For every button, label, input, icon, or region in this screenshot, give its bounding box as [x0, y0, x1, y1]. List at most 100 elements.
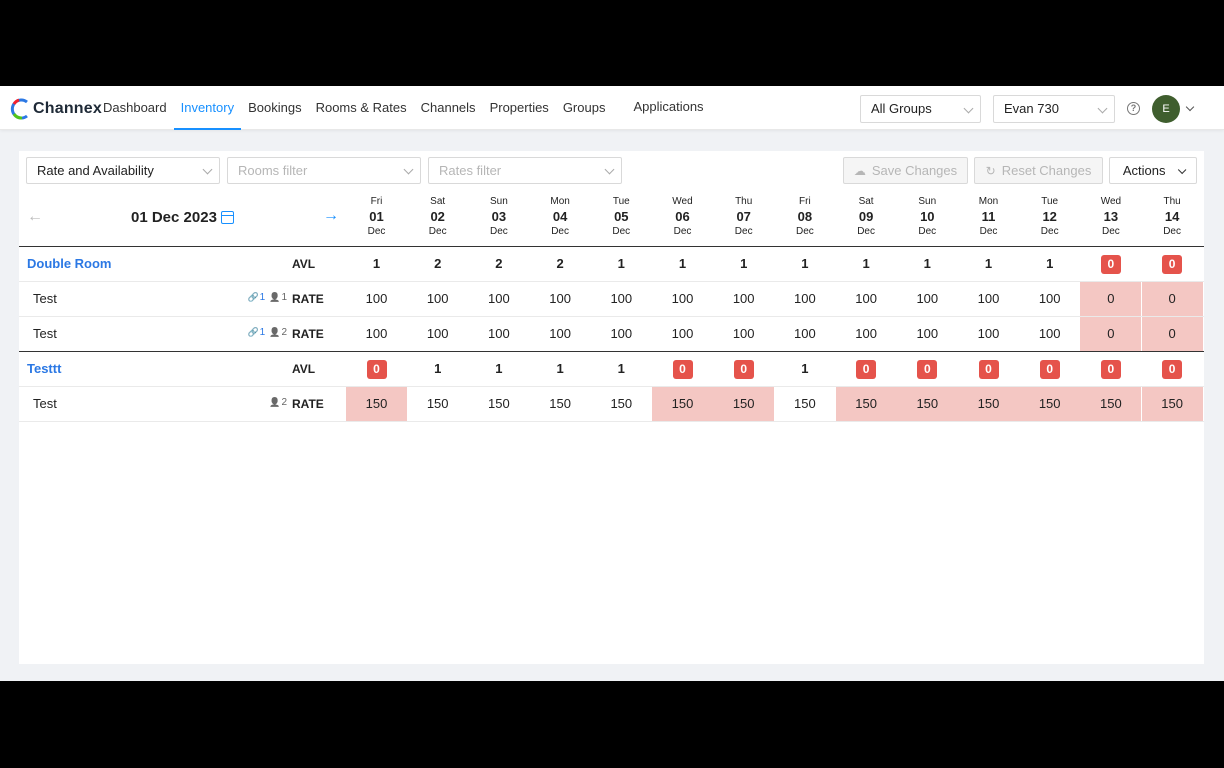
- rate-cell[interactable]: 100: [774, 282, 835, 316]
- rate-cell[interactable]: 100: [774, 317, 835, 351]
- zero-availability-badge: 0: [366, 360, 387, 380]
- availability-cell[interactable]: 1: [468, 352, 529, 386]
- availability-cell[interactable]: 0: [1142, 247, 1203, 281]
- availability-cell[interactable]: 0: [836, 352, 897, 386]
- rate-cell[interactable]: 0: [1141, 317, 1203, 351]
- availability-cell[interactable]: 1: [530, 352, 591, 386]
- rate-cell[interactable]: 100: [897, 317, 958, 351]
- nav-item-dashboard[interactable]: Dashboard: [96, 86, 174, 130]
- save-changes-button[interactable]: ☁ Save Changes: [843, 157, 968, 184]
- availability-cell[interactable]: 0: [346, 352, 407, 386]
- day-number: 08: [797, 209, 813, 224]
- rate-cell[interactable]: 100: [530, 282, 591, 316]
- rooms-filter[interactable]: Rooms filter: [227, 157, 421, 184]
- nav-item-inventory[interactable]: Inventory: [173, 86, 242, 130]
- rate-cell[interactable]: 100: [346, 317, 407, 351]
- nav-item-rooms-rates[interactable]: Rooms & Rates: [309, 86, 414, 130]
- rate-cell[interactable]: 100: [958, 282, 1019, 316]
- rate-cell[interactable]: 100: [836, 317, 897, 351]
- availability-cell[interactable]: 1: [713, 247, 774, 281]
- availability-cell[interactable]: 1: [346, 247, 407, 281]
- rate-cell[interactable]: 100: [652, 282, 713, 316]
- rate-cell[interactable]: 150: [346, 387, 407, 421]
- rate-cell[interactable]: 0: [1080, 317, 1142, 351]
- rate-cell[interactable]: 100: [897, 282, 958, 316]
- user-menu-chevron-icon[interactable]: [1185, 102, 1195, 112]
- rate-cell[interactable]: 100: [346, 282, 407, 316]
- rate-cell[interactable]: 100: [652, 317, 713, 351]
- nav-item-properties[interactable]: Properties: [483, 86, 556, 130]
- availability-cell[interactable]: 0: [1080, 247, 1141, 281]
- group-select[interactable]: All Groups: [860, 95, 981, 123]
- nav-item-channels[interactable]: Channels: [414, 86, 483, 130]
- rate-cell[interactable]: 150: [835, 387, 897, 421]
- availability-cell[interactable]: 0: [958, 352, 1019, 386]
- availability-cell[interactable]: 2: [407, 247, 468, 281]
- rate-cell[interactable]: 100: [713, 282, 774, 316]
- availability-cell[interactable]: 1: [836, 247, 897, 281]
- reset-changes-button[interactable]: ↻ Reset Changes: [974, 157, 1103, 184]
- rate-cell[interactable]: 100: [407, 317, 468, 351]
- availability-cell[interactable]: 0: [897, 352, 958, 386]
- rate-cell[interactable]: 150: [1080, 387, 1142, 421]
- prev-period-arrow-icon[interactable]: ←: [27, 208, 43, 226]
- availability-cell[interactable]: 1: [958, 247, 1019, 281]
- rate-cell[interactable]: 150: [468, 387, 529, 421]
- availability-cell[interactable]: 2: [530, 247, 591, 281]
- channex-logo[interactable]: Channex: [10, 96, 102, 122]
- avatar[interactable]: E: [1152, 95, 1180, 123]
- room-type-name[interactable]: Testtt: [27, 361, 61, 376]
- availability-cell[interactable]: 0: [652, 352, 713, 386]
- availability-cell[interactable]: 1: [774, 352, 835, 386]
- availability-cell[interactable]: 2: [468, 247, 529, 281]
- rate-cell[interactable]: 150: [407, 387, 468, 421]
- rate-cell[interactable]: 150: [774, 387, 835, 421]
- availability-cell[interactable]: 1: [1019, 247, 1080, 281]
- rate-cell[interactable]: 100: [468, 282, 529, 316]
- rate-cell[interactable]: 150: [530, 387, 591, 421]
- rate-cell[interactable]: 150: [652, 387, 713, 421]
- rate-cell[interactable]: 100: [836, 282, 897, 316]
- nav-item-bookings[interactable]: Bookings: [241, 86, 308, 130]
- rate-cell[interactable]: 100: [591, 282, 652, 316]
- calendar-icon[interactable]: [221, 211, 234, 224]
- availability-cell[interactable]: 0: [1019, 352, 1080, 386]
- availability-cell[interactable]: 0: [713, 352, 774, 386]
- availability-cell[interactable]: 1: [652, 247, 713, 281]
- nav-item-applications[interactable]: Applications: [619, 86, 717, 129]
- rate-cell[interactable]: 0: [1141, 282, 1203, 316]
- rate-cell[interactable]: 100: [407, 282, 468, 316]
- actions-button[interactable]: Actions: [1109, 157, 1197, 184]
- availability-cell[interactable]: 1: [591, 352, 652, 386]
- mode-select[interactable]: Rate and Availability: [26, 157, 220, 184]
- rates-filter[interactable]: Rates filter: [428, 157, 622, 184]
- availability-cell[interactable]: 1: [591, 247, 652, 281]
- rate-cell[interactable]: 150: [958, 387, 1019, 421]
- rate-cell[interactable]: 100: [713, 317, 774, 351]
- next-period-arrow-icon[interactable]: →: [323, 207, 339, 225]
- room-type-name[interactable]: Double Room: [27, 256, 112, 271]
- rate-cell[interactable]: 100: [591, 317, 652, 351]
- nav-item-groups[interactable]: Groups: [556, 86, 613, 130]
- day-number: 10: [920, 209, 935, 224]
- rate-cell[interactable]: 100: [530, 317, 591, 351]
- rate-cell[interactable]: 150: [591, 387, 652, 421]
- availability-cell[interactable]: 0: [1080, 352, 1141, 386]
- question-circle-icon[interactable]: ?: [1127, 102, 1140, 115]
- rate-cell[interactable]: 150: [713, 387, 775, 421]
- rate-cell[interactable]: 150: [1141, 387, 1203, 421]
- day-column-header: Mon 11 Dec: [958, 196, 1019, 238]
- rate-cell[interactable]: 150: [896, 387, 958, 421]
- rate-cell[interactable]: 100: [1019, 317, 1080, 351]
- property-select[interactable]: Evan 730: [993, 95, 1115, 123]
- rate-cell[interactable]: 150: [1019, 387, 1081, 421]
- availability-cell[interactable]: 1: [774, 247, 835, 281]
- rate-cell[interactable]: 100: [468, 317, 529, 351]
- rate-cell[interactable]: 100: [958, 317, 1019, 351]
- availability-cell[interactable]: 0: [1142, 352, 1203, 386]
- availability-cell[interactable]: 1: [407, 352, 468, 386]
- availability-cell[interactable]: 1: [897, 247, 958, 281]
- rate-cell[interactable]: 100: [1019, 282, 1080, 316]
- rate-cell[interactable]: 0: [1080, 282, 1142, 316]
- occupancy-count: 2: [281, 327, 287, 338]
